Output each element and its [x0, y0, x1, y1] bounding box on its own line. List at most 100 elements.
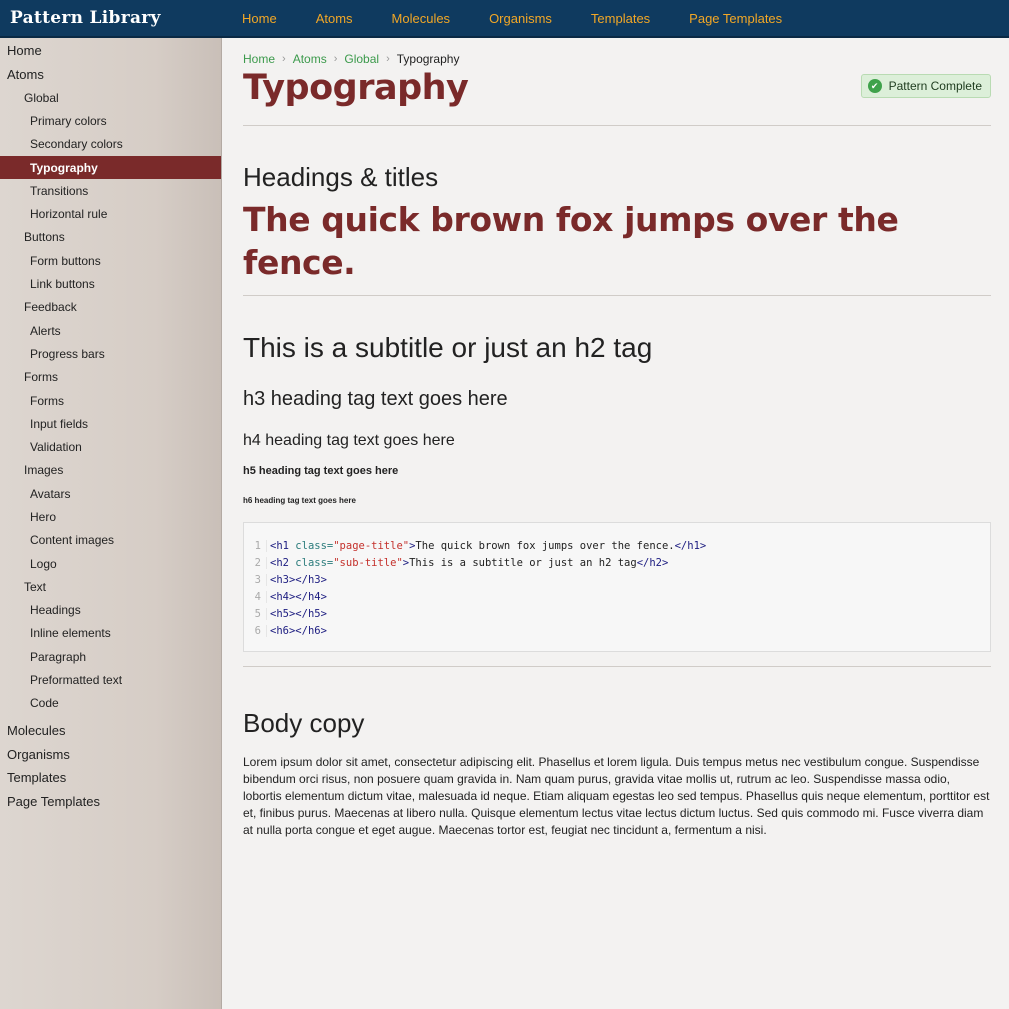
pattern-status-badge: ✔ Pattern Complete — [860, 74, 991, 98]
line-number: 4 — [244, 590, 267, 603]
h6-sample: h6 heading tag text goes here — [243, 496, 356, 505]
top-nav: Home Atoms Molecules Organisms Templates Page… — [242, 11, 821, 26]
code-line: 3 <h3> </h3> — [244, 571, 990, 588]
sidebar-item-secondary-colors[interactable]: Secondary colors — [0, 133, 221, 156]
code-line: 5 <h5> </h5> — [244, 605, 990, 622]
body-copy-section-title: Body copy — [243, 708, 365, 738]
code-tag-end: </h1> — [674, 539, 707, 552]
nav-link-templates[interactable]: Templates — [591, 11, 650, 26]
sidebar-item-global[interactable]: Global — [0, 86, 221, 109]
code-text: This is a subtitle or just an h2 tag — [409, 556, 637, 569]
sidebar-item-paragraph[interactable]: Paragraph — [0, 645, 221, 668]
code-tag-open: <h6> — [270, 624, 296, 637]
nav-link-atoms[interactable]: Atoms — [316, 11, 353, 26]
nav-link-page-templates[interactable]: Page Templates — [689, 11, 782, 26]
h2-sample: This is a subtitle or just an h2 tag — [243, 332, 653, 363]
code-string: "sub-title" — [333, 556, 403, 569]
sidebar-item-transitions[interactable]: Transitions — [0, 179, 221, 202]
sidebar-item-primary-colors[interactable]: Primary colors — [0, 109, 221, 132]
title-row: Typography ✔ Pattern Complete — [243, 66, 991, 120]
code-tag-open: <h2 — [270, 556, 296, 569]
sidebar-item-avatars[interactable]: Avatars — [0, 482, 221, 505]
sidebar-item-forms[interactable]: Forms — [0, 366, 221, 389]
display-heading-sample: The quick brown fox jumps over the fence… — [243, 198, 991, 284]
line-number: 6 — [244, 624, 267, 637]
sidebar-item-inline-elements[interactable]: Inline elements — [0, 622, 221, 645]
sidebar-item-images[interactable]: Images — [0, 459, 221, 482]
code-tag-end: </h5> — [295, 607, 327, 620]
code-line: 4 <h4> </h4> — [244, 588, 990, 605]
sidebar-item-page-templates[interactable]: Page Templates — [0, 790, 221, 814]
code-tag-end: </h2> — [636, 556, 669, 569]
h4-sample: h4 heading tag text goes here — [243, 432, 455, 449]
sidebar-item-hero[interactable]: Hero — [0, 505, 221, 528]
sidebar-item-link-buttons[interactable]: Link buttons — [0, 272, 221, 295]
divider — [243, 125, 991, 126]
sidebar-item-forms[interactable]: Forms — [0, 389, 221, 412]
sidebar-item-atoms[interactable]: Atoms — [0, 63, 221, 87]
nav-link-home[interactable]: Home — [242, 11, 277, 26]
sidebar-item-form-buttons[interactable]: Form buttons — [0, 249, 221, 272]
headings-section-title: Headings & titles — [243, 162, 439, 192]
sidebar-item-horizontal-rule[interactable]: Horizontal rule — [0, 202, 221, 225]
check-circle-icon: ✔ — [867, 79, 882, 93]
code-tag-end: </h4> — [295, 590, 327, 603]
code-tag-end: </h6> — [295, 624, 327, 637]
code-string: "page-title" — [333, 539, 410, 552]
sidebar-item-organisms[interactable]: Organisms — [0, 743, 221, 767]
code-line: 1 <h1 class= "page-title" > The quick brown … — [244, 537, 990, 554]
sidebar-item-input-fields[interactable]: Input fields — [0, 412, 221, 435]
code-tag-open: <h3> — [270, 573, 296, 586]
code-tag-open: <h1 — [270, 539, 296, 552]
chevron-right-icon: › — [333, 53, 338, 65]
breadcrumb-link-home[interactable]: Home — [243, 52, 275, 66]
code-tag-open: <h4> — [270, 590, 296, 603]
brand-logo[interactable]: Pattern Library — [0, 8, 222, 28]
main-content: Home › Atoms › Global › Typography Typography … — [243, 38, 991, 839]
code-attribute: class= — [295, 539, 334, 552]
code-tag-end: </h3> — [295, 573, 327, 586]
code-tag-open: <h5> — [270, 607, 296, 620]
sidebar-item-logo[interactable]: Logo — [0, 552, 221, 575]
sidebar-item-templates[interactable]: Templates — [0, 766, 221, 790]
sidebar-item-molecules[interactable]: Molecules — [0, 719, 221, 743]
divider — [243, 666, 991, 667]
code-sample-block[interactable]: 1 <h1 class= "page-title" > The quick brown … — [243, 522, 991, 652]
line-number: 3 — [244, 573, 267, 586]
sidebar-item-home[interactable]: Home — [0, 39, 221, 63]
breadcrumb-link-global[interactable]: Global — [344, 52, 379, 66]
chevron-right-icon: › — [282, 53, 286, 65]
code-attribute: class= — [295, 556, 334, 569]
top-navbar: Pattern Library Home Atoms Molecules Organi… — [0, 0, 1009, 38]
code-text: The quick brown fox jumps over the fence… — [415, 539, 675, 552]
divider — [243, 295, 991, 296]
breadcrumb-link-atoms[interactable]: Atoms — [293, 52, 327, 66]
chevron-right-icon: › — [386, 53, 390, 65]
sidebar-item-content-images[interactable]: Content images — [0, 529, 221, 552]
code-line: 6 <h6> </h6> — [244, 622, 990, 639]
sidebar-item-progress-bars[interactable]: Progress bars — [0, 342, 221, 365]
sidebar-item-preformatted-text[interactable]: Preformatted text — [0, 668, 221, 691]
sidebar-item-alerts[interactable]: Alerts — [0, 319, 221, 342]
breadcrumb: Home › Atoms › Global › Typography — [243, 52, 991, 66]
nav-link-organisms[interactable]: Organisms — [489, 11, 552, 26]
sidebar-item-text[interactable]: Text — [0, 575, 221, 598]
line-number: 5 — [244, 607, 267, 620]
sidebar-item-validation[interactable]: Validation — [0, 435, 221, 458]
sidebar-item-feedback[interactable]: Feedback — [0, 296, 221, 319]
page-title: Typography — [243, 68, 469, 108]
badge-label: Pattern Complete — [888, 79, 982, 93]
code-line: 2 <h2 class= "sub-title" > This is a subtitl… — [244, 554, 990, 571]
sidebar-item-buttons[interactable]: Buttons — [0, 226, 221, 249]
sidebar-item-code[interactable]: Code — [0, 692, 221, 715]
nav-link-molecules[interactable]: Molecules — [392, 11, 451, 26]
sidebar-list: Home Atoms Global Primary colors Secondary c… — [0, 38, 221, 813]
display-heading-line-2: fence. — [243, 243, 356, 282]
sidebar-item-typography[interactable]: Typography — [0, 155, 221, 180]
breadcrumb-current: Typography — [396, 52, 460, 66]
body-copy-paragraph: Lorem ipsum dolor sit amet, consectetur … — [243, 755, 990, 837]
line-number: 1 — [244, 539, 267, 552]
sidebar: Home Atoms Global Primary colors Secondary c… — [0, 38, 222, 1009]
sidebar-item-headings[interactable]: Headings — [0, 599, 221, 622]
display-heading-line-1: The quick brown fox jumps over the — [243, 200, 899, 239]
